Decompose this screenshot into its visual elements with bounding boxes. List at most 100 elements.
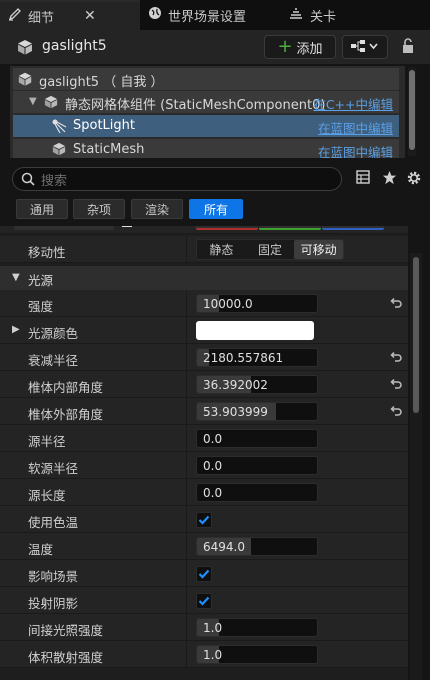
- tab-levels-label: 关卡: [310, 9, 337, 25]
- numeric-input[interactable]: 10000.0: [196, 294, 318, 313]
- vector-field[interactable]: [14, 226, 114, 230]
- tab-details[interactable]: 细节 ✕: [0, 0, 140, 30]
- search-box[interactable]: 搜索: [12, 167, 342, 191]
- search-placeholder: 搜索: [41, 173, 68, 189]
- checkbox[interactable]: [196, 566, 212, 582]
- section-light[interactable]: ▼ 光源: [0, 266, 408, 290]
- tree-item-label: gaslight5 （ 自我 ）: [39, 75, 164, 90]
- close-icon[interactable]: ✕: [84, 8, 96, 24]
- properties-scrollbar-thumb[interactable]: [413, 257, 419, 413]
- numeric-input[interactable]: 2180.557861: [196, 348, 318, 367]
- numeric-input[interactable]: 1.0: [196, 645, 318, 664]
- property-row: 强度 10000.0: [0, 290, 408, 317]
- static-mesh-icon: [51, 142, 67, 158]
- column-divider: [186, 614, 187, 641]
- numeric-input[interactable]: 1.0: [196, 618, 318, 637]
- vector-field-x[interactable]: [196, 226, 258, 230]
- properties-scrollbar[interactable]: [410, 253, 422, 680]
- property-row: 影响场景: [0, 560, 408, 587]
- property-row: 软源半径 0.0: [0, 452, 408, 479]
- numeric-input[interactable]: 0.0: [196, 429, 318, 448]
- column-divider: [186, 560, 187, 587]
- checkbox[interactable]: [196, 512, 212, 528]
- gear-icon[interactable]: [406, 170, 422, 189]
- lock-icon[interactable]: [400, 38, 416, 57]
- tree-scrollbar[interactable]: [408, 68, 416, 156]
- mobility-row: 移动性 静态 固定 可移动: [0, 236, 408, 263]
- column-divider: [186, 641, 187, 668]
- numeric-input[interactable]: 36.392002: [196, 375, 318, 394]
- vector-field-y[interactable]: [259, 226, 321, 230]
- property-row: 椎体内部角度 36.392002: [0, 371, 408, 398]
- light-color-swatch[interactable]: [196, 321, 314, 340]
- filter-label: 通用: [29, 202, 54, 217]
- mobility-option-static[interactable]: 静态: [197, 240, 246, 259]
- filter-all[interactable]: 所有: [189, 199, 243, 219]
- property-label: 体积散射强度: [28, 650, 104, 665]
- color-swatch[interactable]: [122, 226, 132, 227]
- tab-details-label: 细节: [28, 10, 55, 26]
- property-label: 源长度: [28, 488, 66, 503]
- numeric-input[interactable]: 6494.0: [196, 537, 318, 556]
- column-divider: [186, 344, 187, 371]
- mobility-option-stationary[interactable]: 固定: [246, 240, 295, 259]
- blueprint-options-button[interactable]: [342, 35, 388, 59]
- tab-world-settings[interactable]: 世界场景设置: [140, 0, 280, 30]
- numeric-input-value: 2180.557861: [203, 351, 284, 365]
- numeric-input-value: 6494.0: [203, 540, 245, 554]
- mobility-option-movable[interactable]: 可移动: [294, 240, 344, 259]
- mobility-selector[interactable]: 静态 固定 可移动: [196, 239, 344, 260]
- plus-icon: +: [277, 36, 293, 57]
- column-divider: [186, 398, 187, 425]
- chevron-right-icon[interactable]: ▶: [12, 324, 20, 335]
- column-divider: [186, 506, 187, 533]
- hierarchy-icon: [350, 39, 380, 56]
- property-label: 源半径: [28, 434, 66, 449]
- edit-in-blueprint-link[interactable]: 在蓝图中编辑: [318, 142, 393, 158]
- property-row: 温度 6494.0: [0, 533, 408, 560]
- property-label: 使用色温: [28, 515, 79, 530]
- spotlight-icon: [51, 118, 67, 138]
- table-view-icon[interactable]: [356, 170, 370, 187]
- numeric-input-value: 10000.0: [203, 297, 253, 311]
- edit-in-cpp-link[interactable]: 在C++中编辑: [313, 94, 393, 113]
- tab-world-settings-label: 世界场景设置: [168, 9, 247, 25]
- numeric-input-value: 1.0: [203, 648, 223, 662]
- vector-field-z[interactable]: [322, 226, 384, 230]
- property-label: 光源颜色: [28, 326, 79, 341]
- tree-item-staticmeshcomponent[interactable]: ▼ 静态网格体组件 (StaticMeshComponent0) 在C++中编辑: [13, 91, 399, 113]
- reset-to-default-icon[interactable]: [389, 350, 403, 367]
- property-label: 投射阴影: [28, 596, 79, 611]
- numeric-input[interactable]: 0.0: [196, 456, 318, 475]
- chevron-down-icon: ▼: [12, 272, 20, 283]
- column-divider: [186, 425, 187, 452]
- properties-panel: 移动性 静态 固定 可移动 ▼ 光源 强度 10000.0 ▶ 光源颜色衰减半径 218…: [0, 226, 408, 680]
- edit-in-blueprint-link[interactable]: 在蓝图中编辑: [318, 118, 393, 137]
- numeric-input[interactable]: 0.0: [196, 483, 318, 502]
- filter-label: 渲染: [144, 202, 169, 217]
- tree-scrollbar-thumb[interactable]: [409, 70, 415, 150]
- column-divider: [186, 587, 187, 614]
- tree-item-label: 静态网格体组件 (StaticMeshComponent0): [65, 98, 326, 113]
- reset-to-default-icon[interactable]: [389, 296, 403, 313]
- reset-to-default-icon[interactable]: [389, 404, 403, 421]
- reset-to-default-icon[interactable]: [389, 377, 403, 394]
- tab-bar: 细节 ✕ 世界场景设置 关卡: [0, 0, 430, 30]
- filter-general[interactable]: 通用: [16, 199, 68, 219]
- tree-item-staticmesh[interactable]: StaticMesh 在蓝图中编辑: [13, 139, 399, 158]
- tree-item-root[interactable]: gaslight5 （ 自我 ）: [13, 68, 399, 90]
- numeric-input[interactable]: 53.903999: [196, 402, 318, 421]
- property-row: 椎体外部角度 53.903999: [0, 398, 408, 425]
- property-row: 投射阴影: [0, 587, 408, 614]
- static-mesh-icon: [43, 95, 59, 113]
- property-label: 椎体内部角度: [28, 380, 104, 395]
- tab-levels[interactable]: 关卡: [280, 0, 390, 30]
- star-icon[interactable]: [382, 170, 397, 188]
- filter-misc[interactable]: 杂项: [73, 199, 125, 219]
- property-row: 衰减半径 2180.557861: [0, 344, 408, 371]
- add-component-button[interactable]: + 添加: [264, 35, 336, 59]
- filter-rendering[interactable]: 渲染: [131, 199, 183, 219]
- checkbox[interactable]: [196, 593, 212, 609]
- tree-item-spotlight[interactable]: SpotLight 在蓝图中编辑: [13, 115, 399, 137]
- search-icon: [21, 172, 35, 186]
